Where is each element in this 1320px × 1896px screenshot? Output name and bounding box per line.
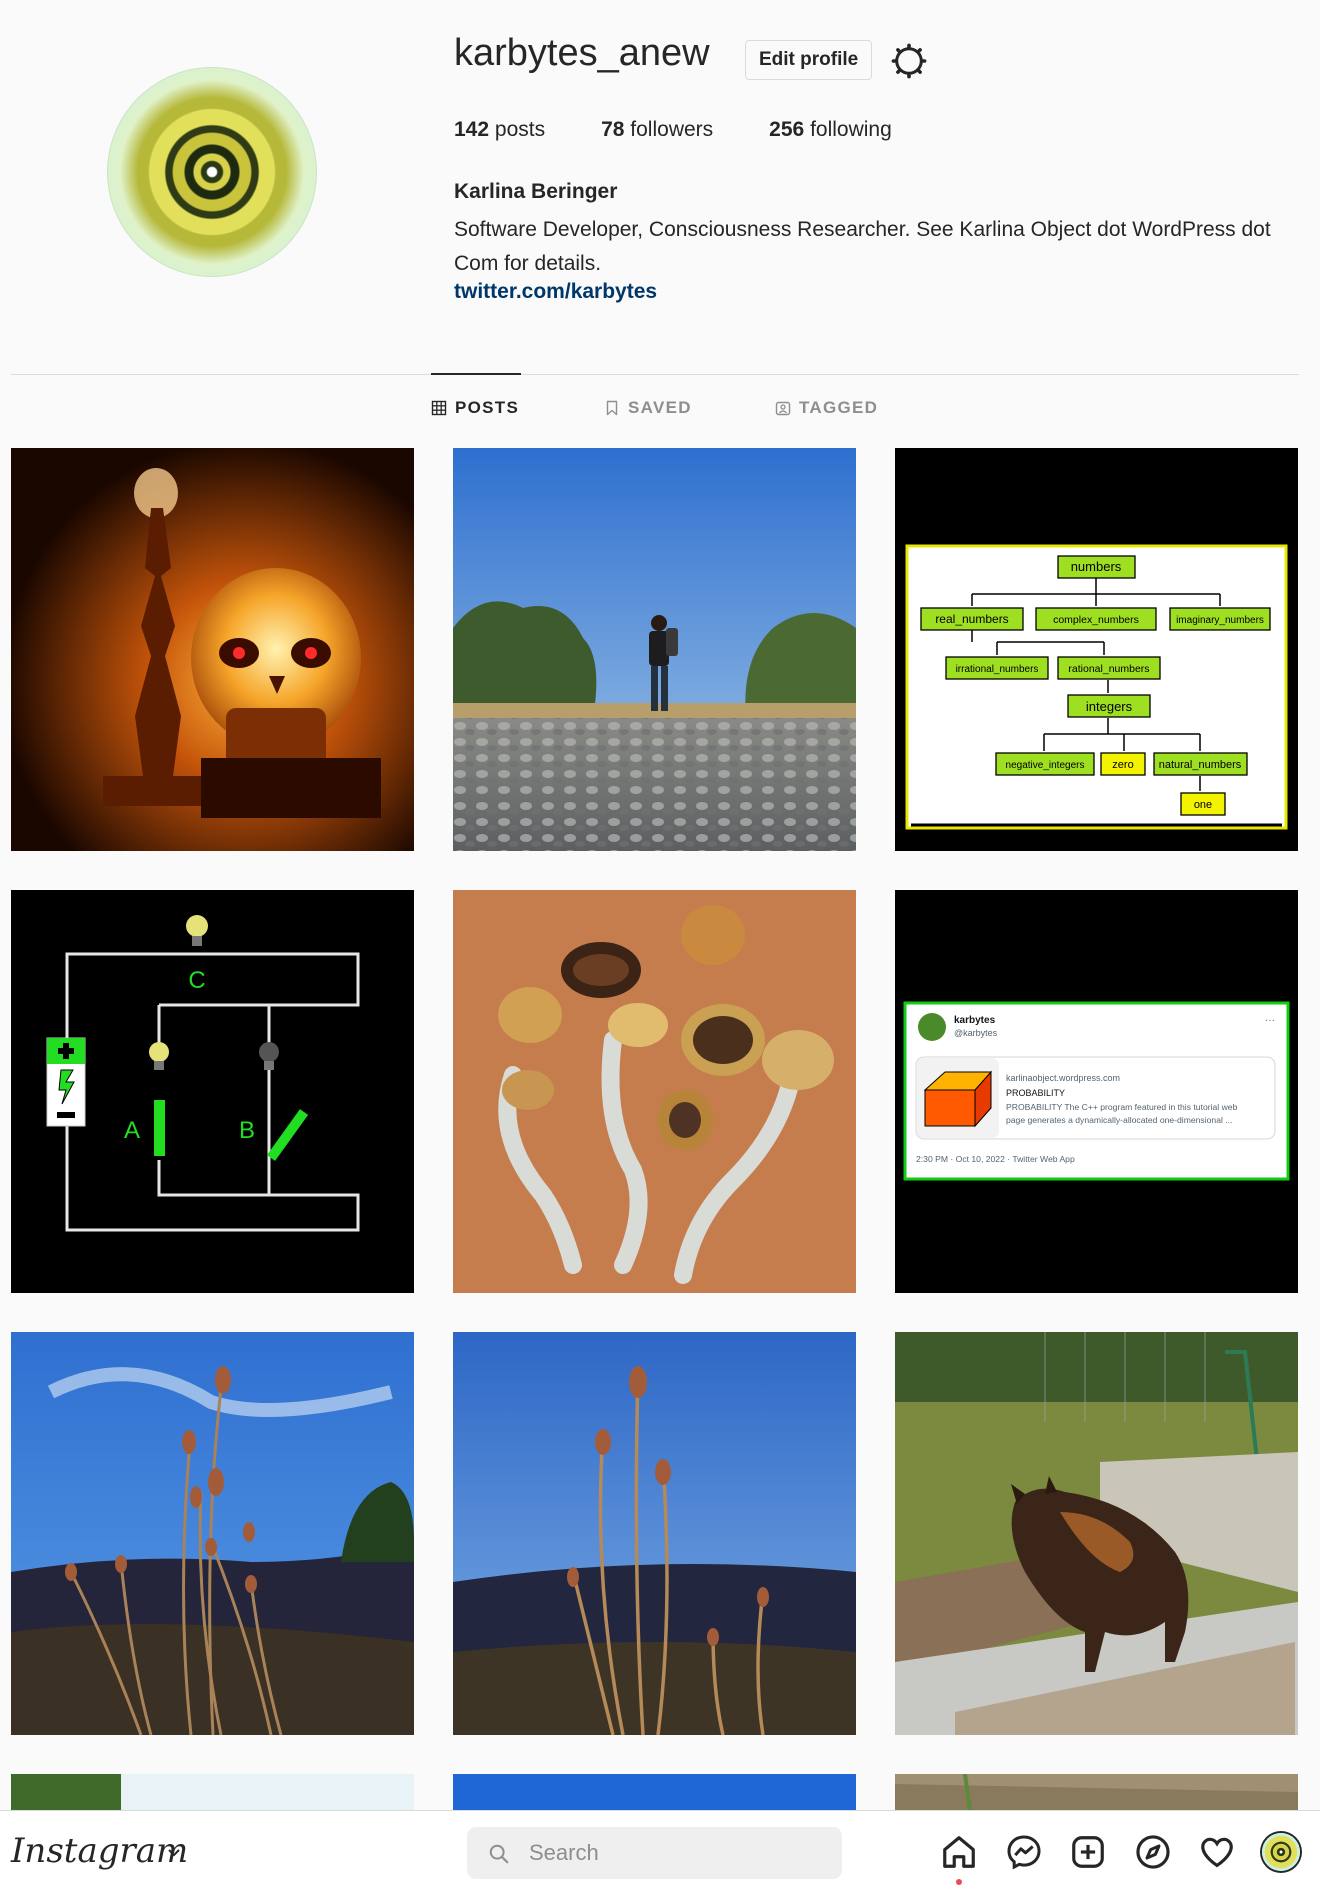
new-post-icon[interactable]	[1069, 1833, 1107, 1871]
hiker-gravel-image	[453, 448, 856, 851]
tree-node-natural: natural_numbers	[1159, 759, 1242, 771]
tree-node-numbers: numbers	[1071, 559, 1122, 574]
search-icon	[489, 1844, 509, 1864]
profile-full-name: Karlina Beringer	[454, 180, 618, 203]
followers-link[interactable]: 78 followers	[601, 118, 713, 142]
grid-icon	[431, 400, 447, 416]
tweet-author-handle: @karbytes	[954, 1028, 998, 1038]
teasels-image-2	[453, 1332, 856, 1735]
tweet-card-title: PROBABILITY	[1006, 1088, 1065, 1098]
profile-avatar-nav[interactable]	[1262, 1833, 1300, 1871]
post-mushrooms[interactable]	[453, 890, 856, 1293]
post-row4-2[interactable]	[453, 1774, 856, 1810]
tweet-card-domain: karlinaobject.wordpress.com	[1006, 1073, 1120, 1083]
number-tree-diagram: numbers real_numbers complex_numbers ima…	[895, 448, 1298, 851]
profile-username: karbytes_anew	[454, 32, 710, 74]
post-tweet-screenshot[interactable]: karbytes @karbytes ··· karlinaobject.wor…	[895, 890, 1298, 1293]
posts-count: 142 posts	[454, 118, 546, 141]
profile-website-link[interactable]: twitter.com/karbytes	[454, 280, 657, 304]
tree-node-real: real_numbers	[935, 612, 1008, 626]
tree-node-negative: negative_integers	[1006, 760, 1085, 771]
tab-tagged[interactable]: TAGGED	[775, 398, 878, 418]
tabs-divider	[11, 374, 1299, 375]
active-tab-indicator	[431, 373, 521, 375]
chevron-down-icon[interactable]	[166, 1845, 182, 1861]
skull-lamp-image	[11, 448, 414, 851]
tweet-screenshot-image: karbytes @karbytes ··· karlinaobject.wor…	[895, 890, 1298, 1293]
post-skull-lamp[interactable]	[11, 448, 414, 851]
tree-node-integers: integers	[1086, 699, 1133, 714]
profile-stats: 142 posts 78 followers 256 following	[454, 118, 948, 142]
circuit-label-c: C	[188, 967, 205, 994]
home-notification-dot	[956, 1879, 962, 1885]
home-icon[interactable]	[940, 1833, 978, 1871]
tab-posts-label: POSTS	[455, 398, 520, 417]
tab-tagged-label: TAGGED	[799, 398, 879, 417]
post-teasels-1[interactable]	[11, 1332, 414, 1735]
tree-node-imaginary: imaginary_numbers	[1176, 615, 1264, 626]
edit-profile-button[interactable]: Edit profile	[745, 40, 873, 80]
tag-user-icon	[775, 401, 791, 416]
tree-node-rational: rational_numbers	[1068, 663, 1149, 675]
following-link[interactable]: 256 following	[769, 118, 892, 142]
tweet-author-name: karbytes	[954, 1015, 996, 1026]
messenger-icon[interactable]	[1005, 1833, 1043, 1871]
tab-posts[interactable]: POSTS	[431, 398, 519, 418]
post-number-tree[interactable]: numbers real_numbers complex_numbers ima…	[895, 448, 1298, 851]
profile-avatar[interactable]	[107, 67, 317, 277]
post-row4-3[interactable]	[895, 1774, 1298, 1810]
tree-node-complex: complex_numbers	[1053, 614, 1139, 626]
tree-node-irrational: irrational_numbers	[956, 664, 1039, 675]
row4-image-2	[453, 1774, 856, 1810]
teasels-image-1	[11, 1332, 414, 1735]
circuit-label-b: B	[239, 1117, 255, 1144]
search-input[interactable]	[467, 1827, 842, 1879]
circuit-diagram-image: C A B	[11, 890, 414, 1293]
bookmark-icon	[606, 400, 618, 416]
tweet-card-desc-1: PROBABILITY The C++ program featured in …	[1006, 1102, 1238, 1112]
tweet-card-desc-2: page generates a dynamically-allocated o…	[1006, 1115, 1232, 1125]
settings-gear-icon[interactable]	[891, 43, 927, 79]
mushrooms-image	[453, 890, 856, 1293]
circuit-label-a: A	[124, 1117, 140, 1144]
activity-heart-icon[interactable]	[1198, 1833, 1236, 1871]
bottom-navigation-bar: Instagram	[0, 1810, 1320, 1896]
post-tortoiseshell-cat[interactable]	[895, 1332, 1298, 1735]
tab-saved-label: SAVED	[628, 398, 692, 417]
tree-node-zero: zero	[1112, 759, 1133, 771]
post-row4-1[interactable]	[11, 1774, 414, 1810]
profile-bio: Software Developer, Consciousness Resear…	[454, 218, 1271, 275]
row4-image-1	[11, 1774, 414, 1810]
row4-image-3	[895, 1774, 1298, 1810]
tortoiseshell-cat-image	[895, 1332, 1298, 1735]
tweet-more-icon: ···	[1265, 1015, 1275, 1026]
post-circuit-diagram[interactable]: C A B	[11, 890, 414, 1293]
post-hiker-gravel[interactable]	[453, 448, 856, 851]
explore-compass-icon[interactable]	[1134, 1833, 1172, 1871]
tab-saved[interactable]: SAVED	[604, 398, 692, 418]
tree-node-one: one	[1194, 799, 1212, 811]
instagram-logo[interactable]: Instagram	[11, 1831, 188, 1871]
tweet-meta: 2:30 PM · Oct 10, 2022 · Twitter Web App	[916, 1154, 1075, 1164]
post-teasels-2[interactable]	[453, 1332, 856, 1735]
